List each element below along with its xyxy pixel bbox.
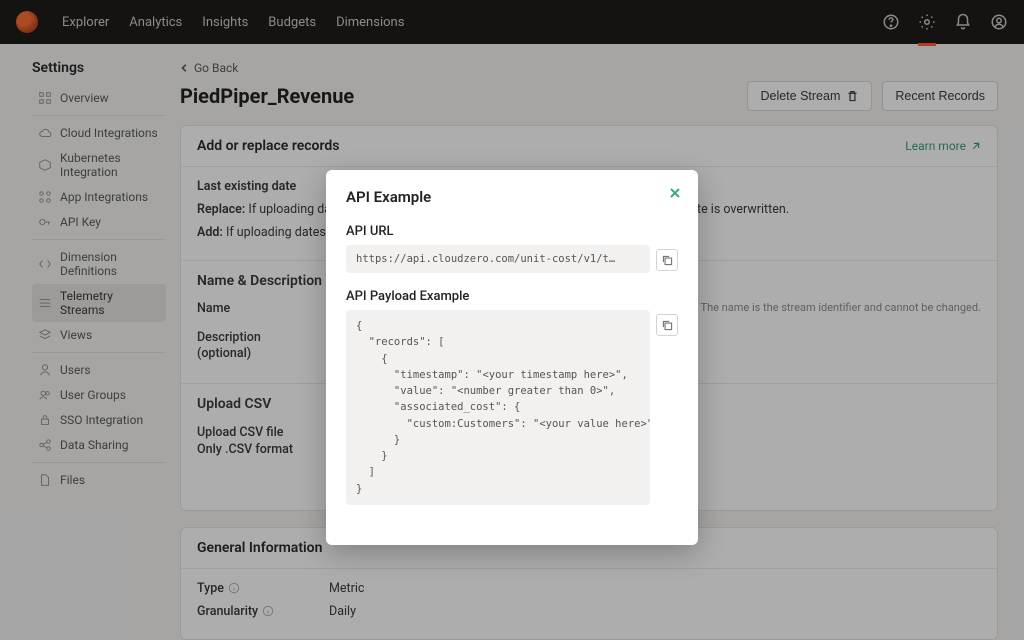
- modal-overlay[interactable]: API Example API URL https://api.cloudzer…: [0, 0, 1024, 640]
- modal-title: API Example: [346, 188, 678, 206]
- api-url-label: API URL: [346, 224, 678, 239]
- payload-label: API Payload Example: [346, 289, 678, 304]
- copy-url-button[interactable]: [656, 249, 678, 271]
- api-url-box: https://api.cloudzero.com/unit-cost/v1/t…: [346, 245, 650, 273]
- close-icon[interactable]: [668, 186, 682, 200]
- payload-box: { "records": [ { "timestamp": "<your tim…: [346, 310, 650, 505]
- api-example-modal: API Example API URL https://api.cloudzer…: [326, 170, 698, 545]
- copy-payload-button[interactable]: [656, 314, 678, 336]
